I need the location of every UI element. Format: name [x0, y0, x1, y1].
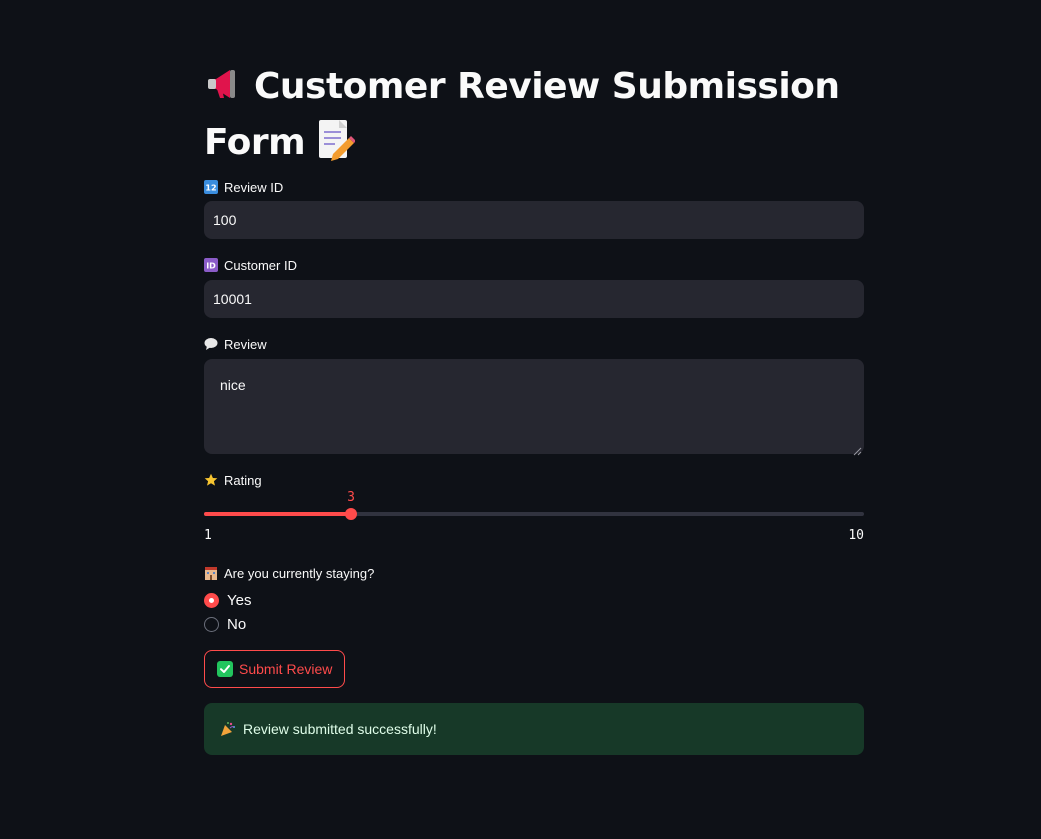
- customer-id-label: ID Customer ID: [204, 256, 297, 274]
- star-icon: [204, 473, 218, 487]
- check-mark-icon: [217, 661, 233, 677]
- review-label: Review: [204, 335, 267, 353]
- memo-icon: [315, 118, 357, 176]
- success-alert: Review submitted successfully!: [204, 703, 864, 755]
- review-textarea[interactable]: nice: [204, 359, 864, 456]
- slider-fill: [204, 512, 351, 516]
- megaphone-icon: [204, 64, 244, 118]
- slider-thumb[interactable]: [345, 508, 357, 520]
- numbers-icon: 12: [204, 180, 218, 194]
- review-id-input[interactable]: 100: [204, 201, 864, 239]
- slider-min-label: 1: [204, 528, 212, 543]
- rating-slider[interactable]: 3 1 10: [204, 488, 864, 548]
- speech-bubble-icon: [204, 337, 218, 351]
- id-icon: ID: [204, 258, 218, 272]
- resize-handle-icon[interactable]: [853, 443, 862, 456]
- submit-review-button[interactable]: Submit Review: [204, 650, 346, 688]
- slider-max-label: 10: [848, 528, 864, 543]
- staying-label: Are you currently staying?: [204, 564, 374, 582]
- slider-value: 3: [347, 490, 355, 505]
- svg-text:12: 12: [205, 184, 216, 193]
- radio-option-no[interactable]: No: [204, 614, 246, 634]
- radio-no-unchecked[interactable]: [204, 616, 219, 632]
- review-id-label: 12 Review ID: [204, 179, 284, 195]
- svg-text:ID: ID: [206, 262, 216, 271]
- radio-option-yes[interactable]: Yes: [204, 590, 251, 610]
- hotel-icon: [204, 566, 218, 580]
- party-popper-icon: [220, 721, 236, 737]
- rating-label: Rating: [204, 471, 262, 489]
- customer-id-input[interactable]: 10001: [204, 280, 864, 318]
- page-title: Customer Review Submission Form: [204, 62, 844, 176]
- radio-yes-checked[interactable]: [204, 592, 219, 608]
